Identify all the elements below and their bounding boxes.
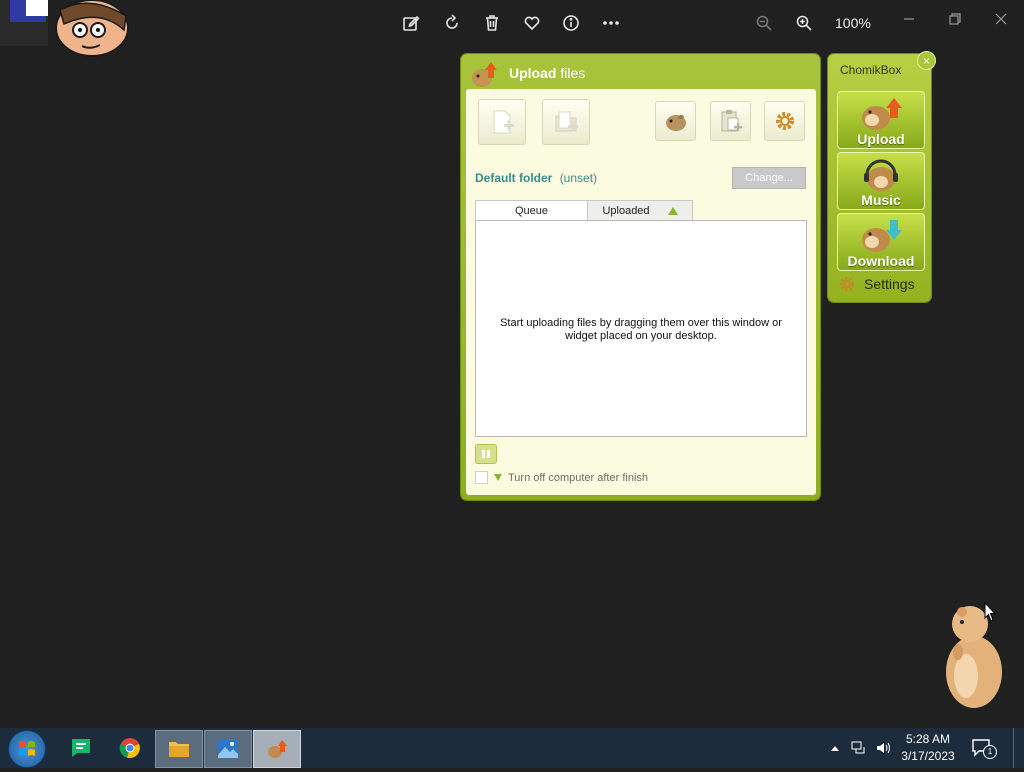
taskbar-clock[interactable]: 5:28 AM 3/17/2023 [895,731,961,765]
restore-icon[interactable] [941,8,969,30]
tab-uploaded[interactable]: Uploaded [587,200,693,221]
hamster-headphones-icon [864,159,898,191]
volume-icon[interactable] [875,740,891,756]
widget-close-button[interactable]: × [917,51,936,70]
notification-count-badge: 1 [983,745,997,759]
show-hidden-icons-chevron-icon[interactable] [830,740,840,756]
upload-window-body: Default folder (unset) Change... Queue U… [466,89,816,495]
add-folder-icon [555,111,578,132]
photo-viewer-toolbar: 100% [0,0,1024,46]
upload-files-window: Upload files Default folder (unset) Chan… [461,54,820,500]
shutdown-checkbox[interactable] [475,471,488,484]
hamster-desktop-widget[interactable] [940,602,1006,710]
widget-download-label: Download [847,253,915,269]
widget-music-button[interactable]: Music [837,152,925,210]
triangle-down-icon[interactable] [494,474,502,481]
chrome-icon [119,738,140,759]
zoom-level-label[interactable]: 100% [835,15,871,31]
add-files-button[interactable] [478,99,526,145]
hamster-upload-logo-icon [472,62,497,87]
default-folder-label: Default folder [475,171,553,185]
gear-icon [775,112,794,130]
taskbar-photos[interactable] [204,730,252,768]
default-folder-value: (unset) [559,171,598,185]
network-icon[interactable] [851,740,867,756]
taskbar-file-explorer[interactable] [155,730,203,768]
show-desktop-button[interactable] [1013,728,1024,768]
tab-queue[interactable]: Queue [475,200,588,221]
triangle-up-icon [667,207,678,215]
upload-queue-list[interactable]: Start uploading files by dragging them o… [475,220,807,437]
more-options-icon[interactable] [600,12,622,34]
mouse-cursor-icon [984,602,996,622]
chomikbox-widget: ChomikBox × Upload Music Download Settin… [828,51,936,302]
zoom-out-icon[interactable] [753,12,775,34]
hamster-download-icon [862,220,902,252]
hamster-icon [665,115,686,131]
start-button[interactable] [8,730,46,768]
default-folder-row: Default folder (unset) [475,171,597,185]
upload-window-title: Upload files [509,65,586,81]
change-folder-button[interactable]: Change... [732,167,806,189]
minimize-icon[interactable] [895,8,923,30]
chomikbox-title: ChomikBox [840,63,902,77]
clipboard-button[interactable] [710,101,751,141]
clipboard-icon [721,110,742,132]
add-folder-button[interactable] [542,99,590,145]
taskbar-chomikbox[interactable] [253,730,301,768]
hamster-account-button[interactable] [655,101,696,141]
delete-icon[interactable] [481,12,503,34]
clock-date: 3/17/2023 [901,749,955,763]
shutdown-option-row: Turn off computer after finish [475,471,648,484]
widget-music-label: Music [861,192,901,208]
settings-button[interactable] [764,101,805,141]
taskbar-chat-app[interactable] [58,730,104,766]
tab-uploaded-label: Uploaded [602,205,650,217]
tab-queue-label: Queue [514,205,549,217]
add-file-icon [493,110,514,134]
chat-app-icon [72,739,90,757]
pause-icon-bar [487,450,490,458]
pause-button[interactable] [475,444,497,464]
close-icon[interactable] [987,8,1015,30]
info-icon[interactable] [560,12,582,34]
hamster-upload-icon [268,740,287,758]
hamster-upload-icon [862,98,902,130]
widget-upload-label: Upload [857,131,905,147]
clock-time: 5:28 AM [905,732,951,746]
taskbar: 5:28 AM 3/17/2023 1 [0,728,1024,768]
widget-settings-label: Settings [864,276,915,292]
widget-settings-button[interactable]: Settings [838,275,915,293]
windows-logo-icon [19,741,35,756]
empty-queue-message: Start uploading files by dragging them o… [500,317,782,342]
gear-icon [840,277,854,291]
folder-icon [169,742,189,757]
edit-icon[interactable] [400,12,422,34]
favorite-heart-icon[interactable] [521,12,543,34]
rotate-icon[interactable] [441,12,463,34]
shutdown-label: Turn off computer after finish [508,471,649,484]
zoom-in-icon[interactable] [793,12,815,34]
widget-download-button[interactable]: Download [837,213,925,271]
notification-center-button[interactable]: 1 [972,739,997,759]
widget-upload-button[interactable]: Upload [837,91,925,149]
taskbar-chrome[interactable] [107,730,153,766]
photos-icon [218,740,238,758]
pause-icon [482,450,485,458]
